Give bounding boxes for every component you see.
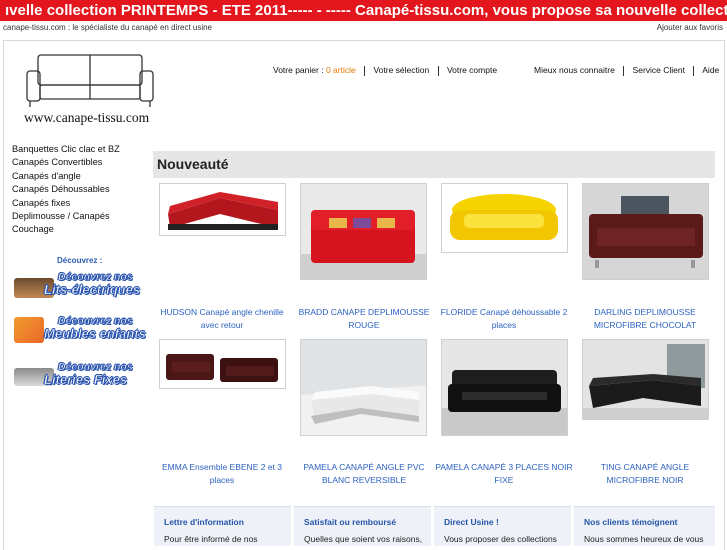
category-link[interactable]: Canapés fixes — [12, 197, 120, 210]
nav-divider — [693, 65, 695, 76]
product-image-ting[interactable] — [582, 339, 709, 420]
info-box-guarantee[interactable]: Satisfait ou remboursé Quelles que soien… — [294, 506, 431, 546]
info-title: Satisfait ou remboursé — [304, 517, 397, 527]
site-tagline: canape-tissu.com : le spécialiste du can… — [3, 23, 213, 32]
product-image-pamela-3-places[interactable] — [441, 339, 568, 436]
about-link[interactable]: Mieux nous connaitre — [534, 65, 615, 75]
sofa-photo — [442, 340, 567, 435]
promo-line2: Meubles enfants — [44, 326, 146, 342]
promo-fixed-beds[interactable]: Découvrez nos Literies Fixes — [14, 360, 149, 392]
info-box-factory[interactable]: Direct Usine ! Vous proposer des collect… — [434, 506, 571, 546]
info-title: Direct Usine ! — [444, 517, 499, 527]
info-box-testimonials[interactable]: Nos clients témoignent Nous sommes heure… — [574, 506, 715, 546]
info-title: Lettre d'information — [164, 517, 244, 527]
promo-kids-furniture[interactable]: Découvrez nos Meubles enfants — [14, 314, 149, 346]
category-menu: Banquettes Clic clac et BZ Canapés Conve… — [12, 143, 120, 237]
product-caption-darling[interactable]: DARLING DEPLIMOUSSE MICROFIBRE CHOCOLAT — [575, 306, 715, 331]
category-link[interactable]: Banquettes Clic clac et BZ — [12, 143, 120, 156]
product-caption-bradd[interactable]: BRADD CANAPE DEPLIMOUSSE ROUGE — [294, 306, 434, 331]
promo-electric-beds[interactable]: Découvrez nos Lits-électriques — [14, 270, 149, 302]
kids-furniture-image — [14, 317, 44, 343]
product-caption-ting[interactable]: TING CANAPÉ ANGLE MICROFIBRE NOIR — [575, 461, 715, 486]
promo-line2: Literies Fixes — [44, 372, 128, 388]
info-text: Quelles que soient vos raisons, — [304, 534, 423, 544]
info-box-newsletter[interactable]: Lettre d'information Pour être informé d… — [154, 506, 291, 546]
sofa-photo — [301, 184, 426, 279]
product-caption-emma[interactable]: EMMA Ensemble EBENE 2 et 3 places — [152, 461, 292, 486]
info-text: Pour être informé de nos — [164, 534, 258, 544]
product-caption-pamela-3-places[interactable]: PAMELA CANAPÉ 3 PLACES NOIR FIXE — [434, 461, 574, 486]
promo-line2: Lits-électriques — [44, 282, 141, 298]
info-title: Nos clients témoignent — [584, 517, 678, 527]
banner-text: ıvelle collection PRINTEMPS - ETE 2011--… — [5, 2, 727, 19]
nav-divider — [364, 65, 366, 76]
nav-divider — [623, 65, 625, 76]
cart-label: Votre panier : — [273, 65, 324, 75]
discover-heading: Découvrez : — [57, 256, 103, 265]
account-link[interactable]: Votre compte — [447, 65, 497, 75]
user-nav: Votre panier : 0 article Votre sélection… — [273, 65, 497, 76]
info-nav: Mieux nous connaitre Service Client Aide — [534, 65, 719, 76]
info-text: Nous sommes heureux de vous — [584, 534, 704, 544]
section-title: Nouveauté — [153, 151, 715, 178]
nav-divider — [437, 65, 439, 76]
help-link[interactable]: Aide — [702, 65, 719, 75]
product-image-emma[interactable] — [159, 339, 286, 389]
category-link[interactable]: Canapés d'angle — [12, 170, 120, 183]
product-image-pamela-angle[interactable] — [300, 339, 427, 436]
selection-link[interactable]: Votre sélection — [373, 65, 429, 75]
product-caption-hudson[interactable]: HUDSON Canapé angle chenille avec retour — [152, 306, 292, 331]
product-image-floride[interactable] — [441, 183, 568, 253]
sofa-photo — [583, 340, 708, 419]
sofa-photo — [301, 340, 426, 435]
info-text: Vous proposer des collections — [444, 534, 557, 544]
product-image-bradd[interactable] — [300, 183, 427, 280]
sofa-photo — [160, 184, 285, 235]
scrolling-banner[interactable]: ıvelle collection PRINTEMPS - ETE 2011--… — [0, 0, 727, 21]
cart-count-link[interactable]: 0 article — [326, 65, 356, 75]
product-image-darling[interactable] — [582, 183, 709, 280]
service-client-link[interactable]: Service Client — [633, 65, 685, 75]
sofa-logo-icon — [26, 54, 154, 107]
add-favorites-link[interactable]: Ajouter aux favoris — [657, 23, 723, 32]
category-link[interactable]: Canapés Déhoussables — [12, 183, 120, 196]
category-link[interactable]: Canapés Convertibles — [12, 156, 120, 169]
sofa-photo — [583, 184, 708, 279]
product-caption-pamela-angle[interactable]: PAMELA CANAPÉ ANGLE PVC BLANC REVERSIBLE — [294, 461, 434, 486]
product-image-hudson[interactable] — [159, 183, 286, 236]
category-link[interactable]: Couchage — [12, 223, 120, 236]
category-link[interactable]: Deplimousse / Canapés — [12, 210, 120, 223]
sofa-photo — [160, 340, 285, 388]
logo-text: www.canape-tissu.com — [24, 110, 150, 125]
sofa-photo — [442, 184, 567, 252]
product-caption-floride[interactable]: FLORIDE Canapé déhoussable 2 places — [434, 306, 574, 331]
